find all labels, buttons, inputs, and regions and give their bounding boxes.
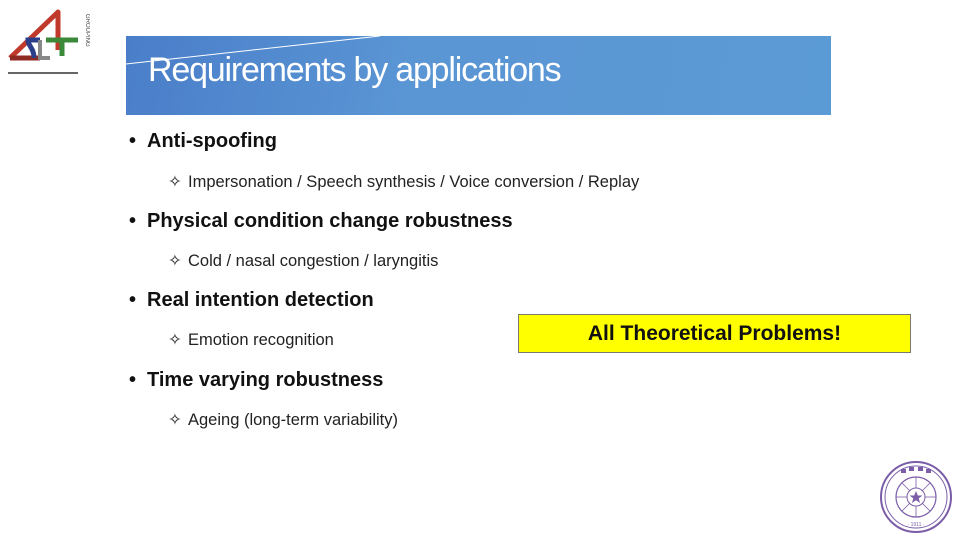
title-banner: Requirements by applications: [126, 36, 831, 115]
bullet-label: Physical condition change robustness: [147, 210, 513, 232]
slide-title: Requirements by applications: [148, 51, 562, 89]
lab-logo: GROUPING: [4, 6, 90, 78]
sub-item-real-intention: ✧ Emotion recognition: [168, 330, 334, 350]
seal-year: · 1911 ·: [908, 522, 925, 528]
bullet-dot-icon: •: [129, 210, 137, 232]
bullet-time-varying: • Time varying robustness: [129, 369, 383, 392]
star-icon: ✧: [168, 252, 182, 270]
bullet-dot-icon: •: [129, 130, 137, 152]
bullet-label: Time varying robustness: [147, 369, 384, 391]
callout-text: All Theoretical Problems!: [587, 321, 842, 345]
sub-item-text: Emotion recognition: [188, 331, 334, 349]
bullet-real-intention: • Real intention detection: [129, 289, 374, 312]
sub-item-text: Cold / nasal congestion / laryngitis: [188, 252, 439, 270]
sub-item-time-varying: ✧ Ageing (long-term variability): [168, 410, 398, 430]
bullet-dot-icon: •: [129, 369, 137, 391]
bullet-label: Anti-spoofing: [147, 130, 277, 152]
logo-side-text: GROUPING: [84, 14, 90, 47]
callout-box: All Theoretical Problems!: [518, 314, 911, 353]
university-seal-icon: · 1911 ·: [879, 460, 953, 534]
bullet-label: Real intention detection: [147, 289, 374, 311]
sub-item-text: Impersonation / Speech synthesis / Voice…: [188, 173, 640, 191]
bullet-dot-icon: •: [129, 289, 137, 311]
lab-logo-mark: GROUPING: [8, 9, 90, 74]
star-icon: ✧: [168, 411, 182, 429]
bullet-physical-condition: • Physical condition change robustness: [129, 210, 513, 233]
sub-item-text: Ageing (long-term variability): [188, 411, 398, 429]
sub-item-physical-condition: ✧ Cold / nasal congestion / laryngitis: [168, 251, 438, 271]
star-icon: ✧: [168, 173, 182, 191]
star-icon: ✧: [168, 331, 182, 349]
seal-graphic: · 1911 ·: [880, 461, 952, 533]
bullet-anti-spoofing: • Anti-spoofing: [129, 130, 277, 153]
sub-item-anti-spoofing: ✧ Impersonation / Speech synthesis / Voic…: [168, 172, 639, 192]
